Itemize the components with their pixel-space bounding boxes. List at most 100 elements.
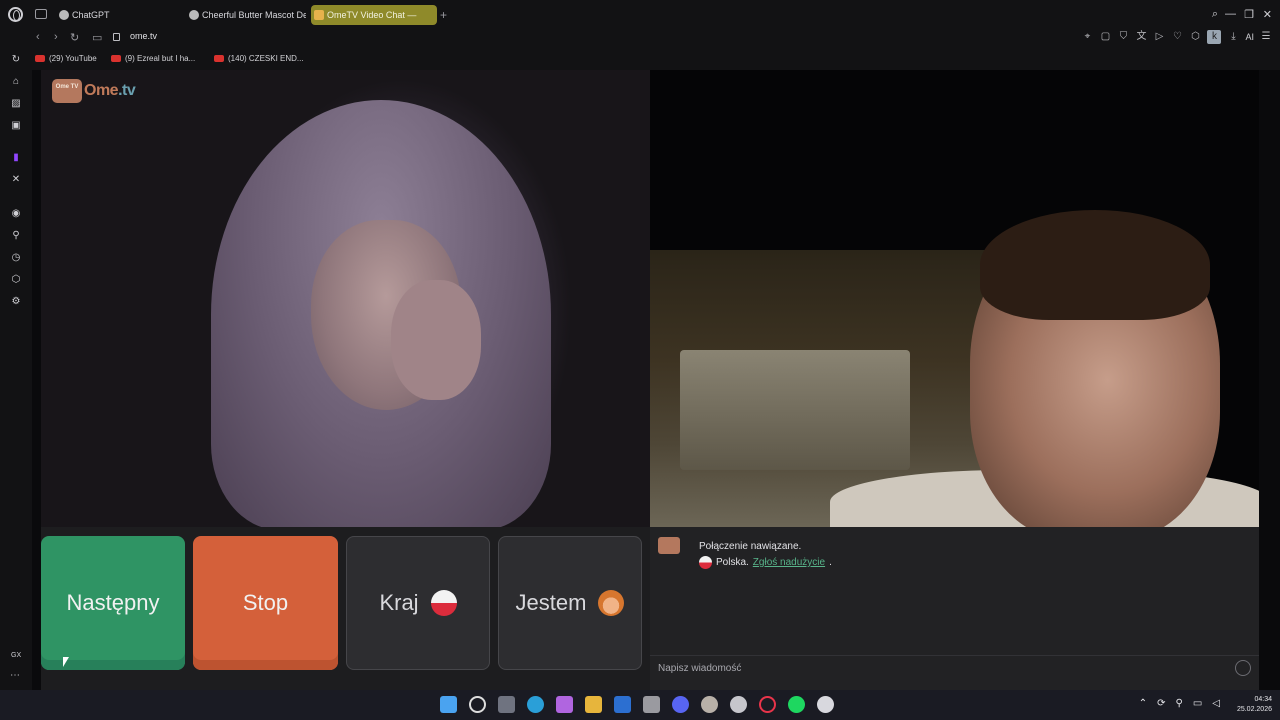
bookmark-ezreal[interactable]: (9) Ezreal but I ha... [111, 54, 195, 63]
message-input[interactable]: Napisz wiadomość [650, 655, 1259, 681]
shield-icon[interactable]: ⛉ [1117, 30, 1129, 44]
search-icon[interactable] [469, 696, 486, 713]
tab-overview-icon[interactable] [35, 9, 47, 19]
settings-icon[interactable]: ⚙ [10, 296, 22, 308]
restore-icon[interactable]: ❐ [1244, 8, 1254, 21]
play-icon[interactable]: ▷ [1153, 30, 1165, 44]
history-icon[interactable]: ◷ [10, 252, 22, 264]
tray-chevron-icon[interactable]: ⌃ [1139, 698, 1147, 709]
sidebar: ↻ ⌂ ▨ ▣ ▮ ✕ ◉ ⚲ ◷ ⬡ ⚙ [0, 48, 32, 690]
display-icon[interactable]: ▭ [1193, 698, 1202, 709]
ometv-logo-text: Ome.tv [84, 82, 136, 100]
lock-icon[interactable] [113, 33, 120, 41]
ai-button[interactable]: AI [1245, 30, 1254, 44]
clock-date: 25.02.2026 [1236, 706, 1272, 713]
app-icon[interactable] [701, 696, 718, 713]
profile-k-icon[interactable]: k [1207, 30, 1222, 44]
gx-label[interactable]: GX [11, 652, 21, 659]
stranger-video [41, 70, 650, 527]
gx-cleaner-icon[interactable]: ▨ [10, 98, 22, 110]
tab-ometv[interactable]: OmeTV Video Chat — [311, 5, 437, 25]
taskbar-apps [440, 696, 834, 713]
opera-gx-icon[interactable] [759, 696, 776, 713]
spotify-icon[interactable] [788, 696, 805, 713]
report-suffix: . [829, 557, 832, 568]
bookmarks-icon[interactable]: ⚲ [10, 230, 22, 242]
forward-icon[interactable]: › [54, 31, 58, 43]
camera-icon[interactable]: ▭ [92, 31, 102, 44]
country-line: Polska. Zgłoś nadużycie. [699, 556, 832, 569]
clock[interactable]: 04:34 25.02.2026 [1237, 695, 1272, 715]
ometv-logo[interactable]: Ome TV Ome.tv [52, 78, 136, 104]
gender-button-label: Jestem [515, 590, 587, 615]
menu-icon[interactable]: ☰ [1260, 30, 1272, 44]
tab-chatgpt[interactable]: ChatGPT [56, 5, 176, 25]
edge-icon[interactable] [527, 696, 544, 713]
task-view-icon[interactable] [498, 696, 515, 713]
file-explorer-icon[interactable] [585, 696, 602, 713]
discord-icon[interactable] [672, 696, 689, 713]
heart-icon[interactable]: ♡ [1171, 30, 1183, 44]
camera-app-icon[interactable] [817, 696, 834, 713]
url-field[interactable]: ome.tv [130, 31, 157, 41]
bookmark-youtube[interactable]: (29) YouTube [35, 54, 97, 63]
microphone-icon[interactable]: ⚲ [1176, 698, 1183, 709]
next-button-label: Następny [66, 590, 160, 615]
player-icon[interactable]: ◉ [10, 208, 22, 220]
search-icon[interactable]: ⌕ [1212, 8, 1218, 21]
messenger-icon[interactable]: ▣ [10, 120, 22, 132]
windows-taskbar: ⌃ ⟳ ⚲ ▭ ◁ 04:34 25.02.2026 [0, 690, 1280, 720]
system-tray: ⌃ ⟳ ⚲ ▭ ◁ [1139, 698, 1220, 709]
more-icon[interactable]: ⋯ [10, 670, 20, 681]
steam-icon[interactable] [730, 696, 747, 713]
volume-icon[interactable]: ◁ [1212, 698, 1220, 709]
tab-label: OmeTV Video Chat — [327, 10, 417, 20]
back-icon[interactable]: ‹ [36, 31, 40, 43]
country-button[interactable]: Kraj [346, 536, 490, 670]
close-icon[interactable]: ✕ [1263, 8, 1272, 21]
extensions-icon[interactable]: ⬡ [1189, 30, 1201, 44]
extensions-sidebar-icon[interactable]: ⬡ [10, 274, 22, 286]
tab-label: Cheerful Butter Mascot De [202, 10, 306, 20]
reload-icon[interactable]: ↻ [70, 31, 79, 44]
country-name: Polska. [716, 557, 749, 568]
favicon-icon [189, 10, 199, 20]
ometv-logo-badge: Ome TV [52, 79, 82, 103]
gx-control-icon[interactable]: ↻ [10, 54, 22, 66]
new-tab-icon[interactable]: + [440, 8, 447, 22]
poland-flag-icon [699, 556, 712, 569]
tab-cheerful-butter[interactable]: Cheerful Butter Mascot De [186, 5, 306, 25]
opera-gx-menu-icon[interactable] [8, 7, 23, 22]
mail-icon[interactable] [614, 696, 631, 713]
clock-time: 04:34 [1254, 696, 1272, 703]
stop-button[interactable]: Stop [193, 536, 338, 670]
sync-icon[interactable]: ⟳ [1157, 698, 1165, 709]
chat-panel: Połączenie nawiązane. Polska. Zgłoś nadu… [650, 527, 1259, 690]
pin-icon[interactable]: ⌖ [1081, 30, 1093, 44]
video-hair [980, 210, 1210, 320]
browser-tab-bar: ChatGPT Cheerful Butter Mascot De OmeTV … [0, 0, 1280, 29]
store-icon[interactable] [643, 696, 660, 713]
x-twitter-icon[interactable]: ✕ [10, 174, 22, 186]
gender-button[interactable]: Jestem [498, 536, 642, 670]
message-placeholder: Napisz wiadomość [658, 663, 742, 674]
translate-icon[interactable]: 文 [1135, 30, 1147, 44]
minimize-icon[interactable]: — [1225, 8, 1236, 20]
chat-controls: Następny Stop Kraj Jestem [41, 527, 650, 690]
twitch-icon[interactable]: ▮ [10, 152, 22, 164]
snapshot-icon[interactable]: ▢ [1099, 30, 1111, 44]
bookmarks-bar: (29) YouTube (9) Ezreal but I ha... (140… [0, 48, 1280, 70]
emoji-icon[interactable] [1235, 660, 1251, 676]
address-bar: ‹ › ↻ ▭ ome.tv ⌖ ▢ ⛉ 文 ▷ ♡ ⬡ k ⤓ AI ☰ [0, 29, 1280, 48]
report-abuse-link[interactable]: Zgłoś nadużycie [753, 557, 825, 568]
copilot-icon[interactable] [556, 696, 573, 713]
video-hand [391, 280, 481, 400]
windows-start-icon[interactable] [440, 696, 457, 713]
next-button[interactable]: Następny [41, 536, 185, 670]
country-button-label: Kraj [379, 590, 419, 615]
bookmark-czeski[interactable]: (140) CZESKI END... [214, 54, 304, 63]
download-icon[interactable]: ⤓ [1227, 30, 1239, 44]
logo-text-main: Ome [84, 82, 119, 99]
gx-corner-icon[interactable]: ⌂ [10, 76, 22, 88]
logo-text-accent: .tv [118, 82, 136, 99]
